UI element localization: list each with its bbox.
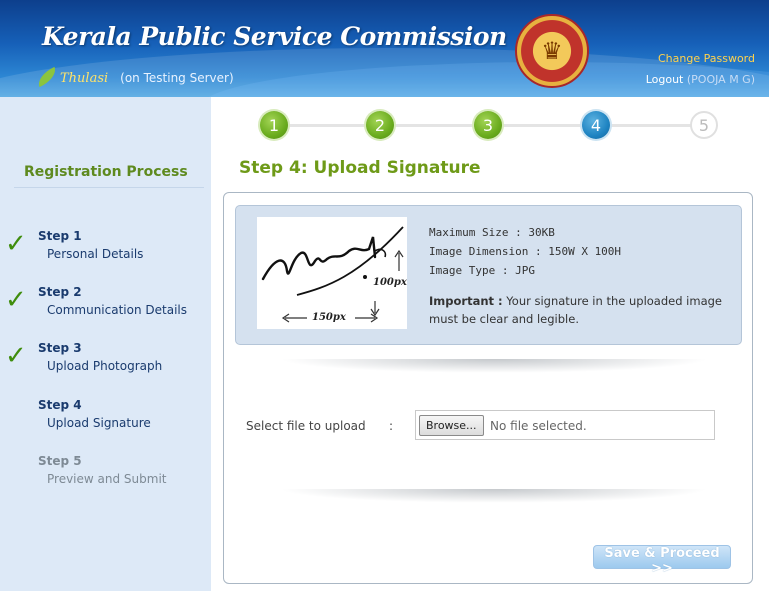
check-icon: ✓ [5, 341, 27, 371]
type-text: Image Type : JPG [429, 264, 535, 277]
page-title: Step 4: Upload Signature [239, 158, 481, 178]
sidebar-step-2[interactable]: ✓ Step 2 Communication Details [0, 285, 211, 325]
progress-connector [394, 124, 481, 127]
step-subtitle: Upload Photograph [47, 359, 163, 373]
check-icon: ✓ [5, 229, 27, 259]
header-banner: Kerala Public Service Commission Thulasi… [0, 0, 769, 97]
leaf-icon [34, 67, 68, 89]
sidebar-step-4[interactable]: Step 4 Upload Signature [0, 398, 211, 438]
dimension-text: Image Dimension : 150W X 100H [429, 245, 622, 258]
signature-requirements: Maximum Size : 30KB Image Dimension : 15… [429, 223, 741, 328]
sidebar-step-5: Step 5 Preview and Submit [0, 454, 211, 494]
divider-shadow [279, 489, 709, 503]
progress-step-2: 2 [366, 111, 394, 139]
sidebar-divider [14, 187, 204, 188]
step-title: Step 3 [38, 341, 82, 355]
file-status: No file selected. [490, 419, 587, 433]
height-label: 100px [373, 277, 407, 288]
progress-step-1: 1 [260, 111, 288, 139]
browse-button[interactable]: Browse... [419, 415, 484, 436]
server-label: (on Testing Server) [120, 71, 234, 85]
progress-step-4: 4 [582, 111, 610, 139]
upload-label: Select file to upload [246, 419, 366, 433]
sidebar-step-3[interactable]: ✓ Step 3 Upload Photograph [0, 341, 211, 381]
progress-connector [502, 124, 588, 127]
user-name: (POOJA M G) [686, 73, 755, 86]
important-label: Important : [429, 294, 503, 308]
step-progress: 1 2 3 4 5 [260, 111, 720, 139]
progress-step-5: 5 [690, 111, 718, 139]
sample-signature-image: 100px 150px [257, 217, 407, 329]
sidebar-title: Registration Process [24, 164, 188, 180]
step-title: Step 5 [38, 454, 82, 468]
upload-colon: : [389, 419, 394, 433]
site-title: Kerala Public Service Commission [42, 22, 507, 51]
step-title: Step 4 [38, 398, 82, 412]
important-note: Important : Your signature in the upload… [429, 292, 741, 328]
step-subtitle: Personal Details [47, 247, 144, 261]
step-subtitle: Communication Details [47, 303, 187, 317]
check-icon: ✓ [5, 285, 27, 315]
step-title: Step 1 [38, 229, 82, 243]
width-label: 150px [312, 312, 346, 323]
kerala-emblem-icon: ♛ [515, 14, 589, 88]
sidebar: Registration Process ✓ Step 1 Personal D… [0, 97, 211, 591]
upload-panel: 100px 150px Maximum Size : 30KB Image Di… [223, 192, 753, 584]
step-title: Step 2 [38, 285, 82, 299]
progress-step-3: 3 [474, 111, 502, 139]
logout-area: Logout (POOJA M G) [646, 73, 755, 86]
save-proceed-button[interactable]: Save & Proceed >> [593, 545, 731, 576]
signature-info-box: 100px 150px Maximum Size : 30KB Image Di… [235, 205, 742, 345]
step-subtitle: Preview and Submit [47, 472, 167, 486]
max-size-text: Maximum Size : 30KB [429, 226, 555, 239]
sidebar-step-1[interactable]: ✓ Step 1 Personal Details [0, 229, 211, 269]
brand-row: Thulasi (on Testing Server) [34, 66, 234, 90]
change-password-link[interactable]: Change Password [658, 52, 755, 65]
file-upload-field[interactable]: Browse... No file selected. [415, 410, 715, 440]
progress-connector [610, 124, 692, 127]
divider-shadow [279, 359, 709, 373]
step-subtitle: Upload Signature [47, 416, 151, 430]
logout-link[interactable]: Logout [646, 73, 684, 86]
